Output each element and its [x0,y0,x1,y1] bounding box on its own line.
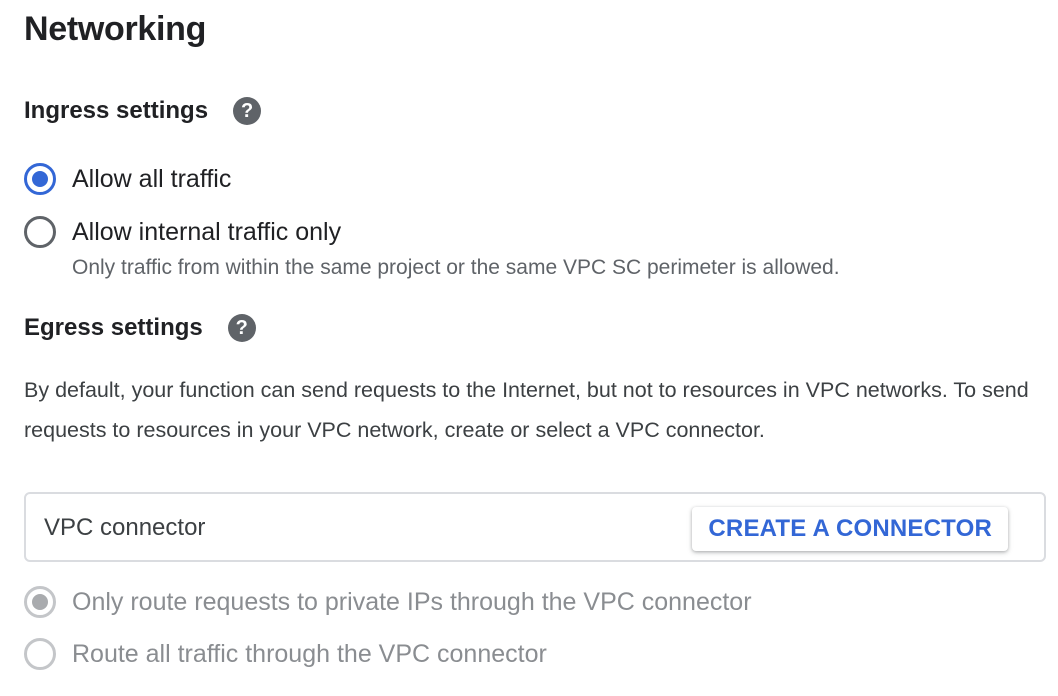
ingress-settings-header: Ingress settings ? [24,97,262,125]
vpc-connector-field[interactable]: VPC connector CREATE A CONNECTOR [24,492,1046,562]
egress-description: By default, your function can send reque… [24,378,1029,442]
internal-traffic-helper-text: Only traffic from within the same projec… [72,256,840,279]
radio-button-disabled-unselected[interactable] [24,638,56,670]
radio-button-selected[interactable] [24,163,56,195]
radio-label-internal-only: Allow internal traffic only [72,217,342,246]
radio-button-unselected[interactable] [24,216,56,248]
radio-allow-all-traffic[interactable]: Allow all traffic [24,163,231,195]
radio-allow-internal-only[interactable]: Allow internal traffic only [24,216,341,248]
radio-label-route-private-ips: Only route requests to private IPs throu… [72,587,752,616]
ingress-settings-heading: Ingress settings [24,97,209,124]
page-title: Networking [24,10,207,48]
ingress-help-icon[interactable]: ? [233,97,262,125]
egress-help-icon[interactable]: ? [227,314,256,342]
radio-label-route-all-traffic: Route all traffic through the VPC connec… [72,639,547,668]
radio-label-allow-all: Allow all traffic [72,164,232,193]
radio-route-private-ips[interactable]: Only route requests to private IPs throu… [24,586,752,618]
vpc-connector-label: VPC connector [44,514,206,541]
create-connector-button[interactable]: CREATE A CONNECTOR [692,507,1008,551]
egress-settings-heading: Egress settings [24,314,203,341]
egress-settings-header: Egress settings ? [24,314,256,342]
radio-route-all-traffic[interactable]: Route all traffic through the VPC connec… [24,638,547,670]
radio-button-disabled-selected[interactable] [24,586,56,618]
networking-panel: Networking Ingress settings ? Allow all … [0,0,1058,696]
